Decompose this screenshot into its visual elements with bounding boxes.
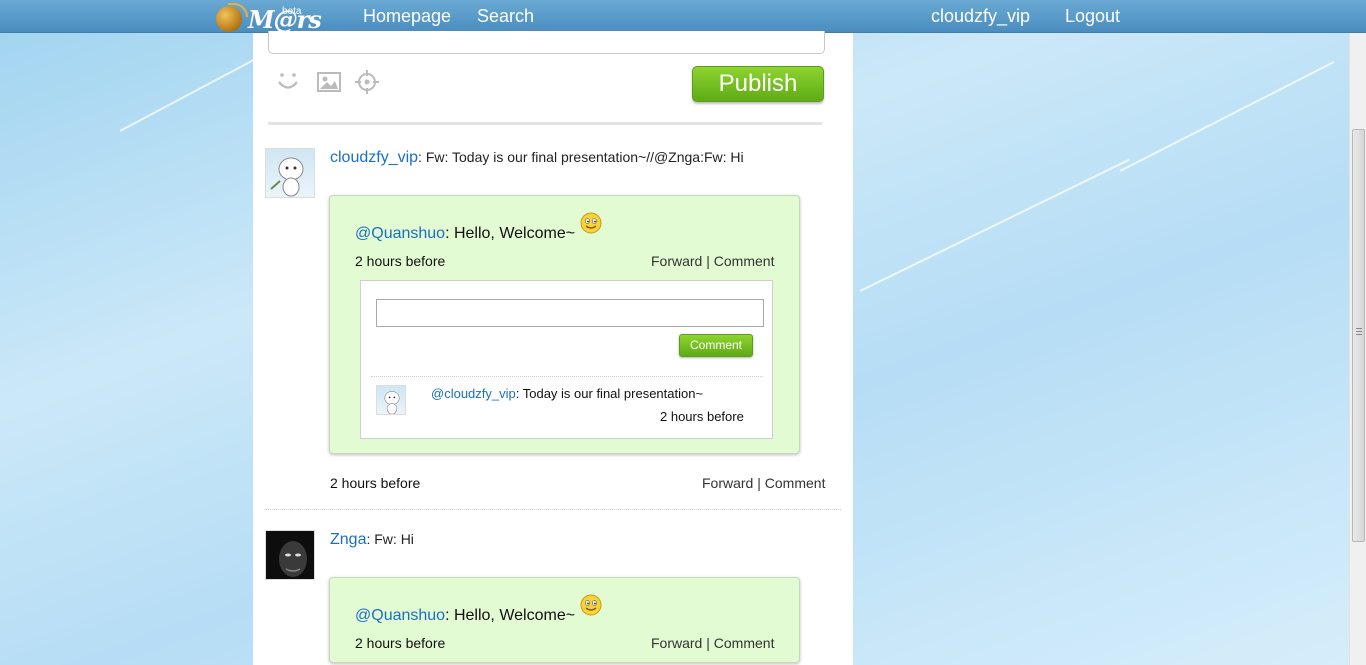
current-user-link[interactable]: cloudzfy_vip [931, 6, 1030, 27]
post-actions: Forward | Comment [702, 475, 825, 491]
post-text: : Fw: Hi [366, 531, 414, 547]
forwarded-text: @Quanshuo: Hello, Welcome~ [355, 594, 602, 625]
forwarded-text: @Quanshuo: Hello, Welcome~ [355, 212, 602, 243]
comment-timestamp: 2 hours before [660, 409, 744, 424]
forwarded-post: @Quanshuo: Hello, Welcome~ 2 hours befor… [329, 195, 800, 454]
post-text: : Fw: Today is our final presentation~//… [418, 149, 744, 165]
nav-homepage-link[interactable]: Homepage [363, 6, 451, 27]
nav-search-link[interactable]: Search [477, 6, 534, 27]
comment-item: @cloudzfy_vip: Today is our final presen… [431, 386, 703, 401]
post-author-link[interactable]: cloudzfy_vip [330, 149, 418, 166]
comment-submit-button[interactable]: Comment [679, 334, 753, 357]
comment-link[interactable]: Comment [714, 635, 775, 651]
composer-divider [268, 122, 822, 125]
cartoon-avatar-icon [384, 391, 400, 414]
scrollbar-thumb[interactable] [1352, 129, 1365, 542]
cartoon-avatar-icon [270, 157, 304, 197]
avatar[interactable] [265, 530, 315, 580]
comment-avatar[interactable] [376, 385, 406, 415]
mars-logo[interactable]: M@rs beta [216, 2, 322, 34]
location-icon[interactable] [354, 69, 380, 95]
comment-link[interactable]: Comment [765, 475, 826, 491]
signal-arc-icon [228, 3, 248, 17]
action-separator: | [757, 475, 761, 491]
sky-streak [1119, 61, 1335, 172]
mention-link[interactable]: @Quanshuo [355, 225, 445, 242]
forwarded-timestamp: 2 hours before [355, 253, 446, 269]
sky-streak [859, 158, 1131, 292]
logout-link[interactable]: Logout [1065, 6, 1120, 27]
forwarded-actions: Forward | Comment [651, 253, 774, 269]
comment-body: : Today is our final presentation~ [515, 386, 704, 401]
post-header: cloudzfy_vip: Fw: Today is our final pre… [330, 149, 744, 167]
forwarded-actions: Forward | Comment [651, 635, 774, 651]
forward-link[interactable]: Forward [702, 475, 753, 491]
comment-input[interactable] [376, 299, 764, 327]
comment-mention-link[interactable]: @cloudzfy_vip [431, 386, 516, 401]
post-divider [265, 509, 841, 510]
smiley-emoticon-icon [580, 212, 602, 234]
grip-line [1356, 328, 1362, 329]
grip-line [1356, 334, 1362, 335]
forwarded-body: : Hello, Welcome~ [445, 607, 576, 624]
forward-link[interactable]: Forward [651, 253, 702, 269]
forwarded-post: @Quanshuo: Hello, Welcome~ 2 hours befor… [329, 577, 800, 663]
image-icon[interactable] [316, 69, 342, 95]
top-navigation-bar: M@rs beta Homepage Search cloudzfy_vip L… [0, 0, 1366, 34]
comment-divider [371, 376, 763, 377]
grip-line [1356, 331, 1362, 332]
timeline-panel: Publish cloudzfy_vip: Fw: Today is our f… [253, 31, 853, 665]
action-separator: | [706, 253, 710, 269]
comment-panel: Comment @cloudzfy_vip: Today is our fina… [360, 280, 773, 439]
post-header: Znga: Fw: Hi [330, 531, 414, 549]
forward-link[interactable]: Forward [651, 635, 702, 651]
beta-badge: beta [282, 6, 302, 17]
publish-button[interactable]: Publish [692, 66, 824, 102]
post-composer-textarea[interactable] [268, 31, 825, 54]
page-scrollbar[interactable] [1349, 33, 1366, 665]
post-timestamp: 2 hours before [330, 475, 421, 491]
mention-link[interactable]: @Quanshuo [355, 607, 445, 624]
portrait-avatar-icon [266, 531, 314, 579]
comment-link[interactable]: Comment [714, 253, 775, 269]
action-separator: | [706, 635, 710, 651]
avatar[interactable] [265, 148, 315, 198]
smiley-emoticon-icon [580, 594, 602, 616]
forwarded-timestamp: 2 hours before [355, 635, 446, 651]
forwarded-body: : Hello, Welcome~ [445, 225, 576, 242]
smiley-icon[interactable] [275, 69, 301, 95]
post-author-link[interactable]: Znga [330, 531, 366, 548]
